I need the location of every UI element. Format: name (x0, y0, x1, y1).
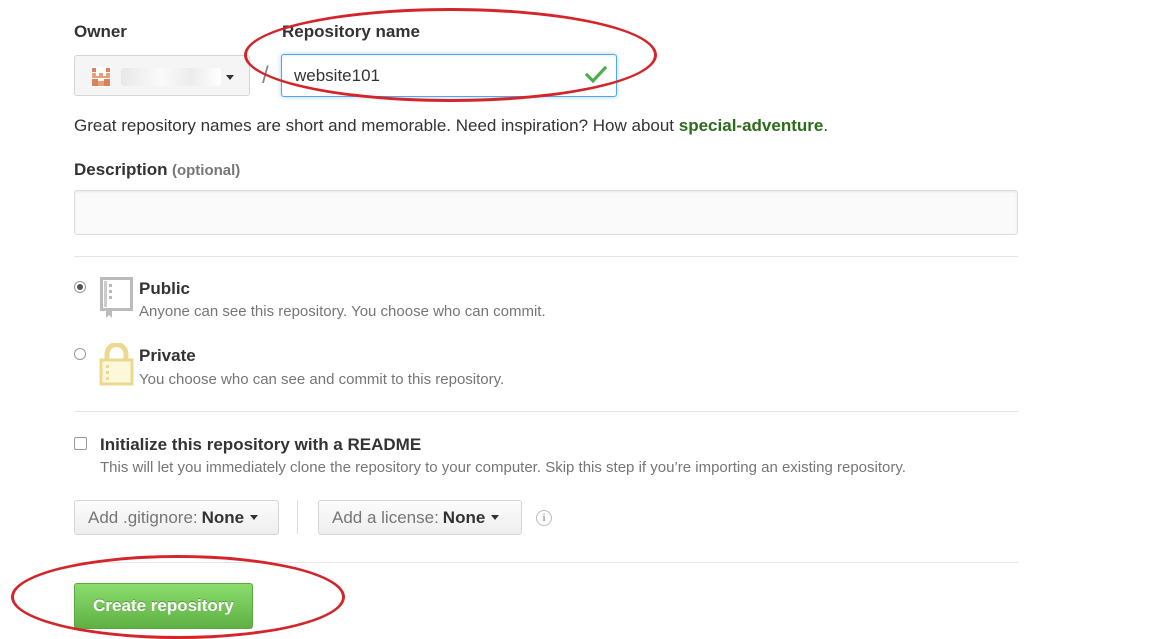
info-icon[interactable]: i (536, 510, 552, 526)
readme-title: Initialize this repository with a README (100, 435, 422, 454)
divider (74, 256, 1018, 257)
license-value: None (442, 507, 486, 527)
lock-icon (99, 343, 134, 386)
hint-suffix: . (823, 116, 829, 135)
description-title: Description (74, 160, 168, 179)
owner-select[interactable] (74, 55, 250, 96)
gitignore-select[interactable]: Add .gitignore: None (74, 500, 279, 535)
owner-name-redacted (121, 68, 221, 86)
private-title: Private (139, 346, 196, 365)
divider (74, 411, 1018, 412)
description-label: Description (optional) (74, 160, 240, 180)
hint-text: Great repository names are short and mem… (74, 116, 679, 135)
annotation-ellipse-repo-name (244, 8, 657, 102)
gitignore-value: None (201, 507, 245, 527)
suggested-name-link[interactable]: special-adventure (679, 116, 824, 135)
chevron-down-icon (491, 515, 500, 520)
chevron-down-icon (226, 75, 234, 80)
public-radio[interactable] (74, 281, 86, 293)
repo-name-hint: Great repository names are short and mem… (74, 116, 828, 136)
private-radio[interactable] (74, 348, 86, 360)
description-input[interactable] (74, 190, 1018, 235)
license-prefix: Add a license: (332, 507, 439, 527)
button-divider (297, 500, 298, 534)
public-title: Public (139, 279, 191, 298)
repo-book-icon (100, 277, 133, 318)
owner-label: Owner (74, 22, 127, 41)
readme-checkbox[interactable] (74, 437, 87, 450)
gitignore-prefix: Add .gitignore: (88, 507, 198, 527)
annotation-ellipse-create-button (11, 555, 345, 639)
public-subtitle: Anyone can see this repository. You choo… (139, 303, 546, 320)
private-subtitle: You choose who can see and commit to thi… (139, 371, 505, 388)
readme-subtitle: This will let you immediately clone the … (100, 459, 906, 476)
description-optional: (optional) (171, 162, 241, 179)
chevron-down-icon (250, 515, 259, 520)
license-select[interactable]: Add a license: None (318, 500, 522, 535)
owner-avatar (91, 67, 111, 87)
